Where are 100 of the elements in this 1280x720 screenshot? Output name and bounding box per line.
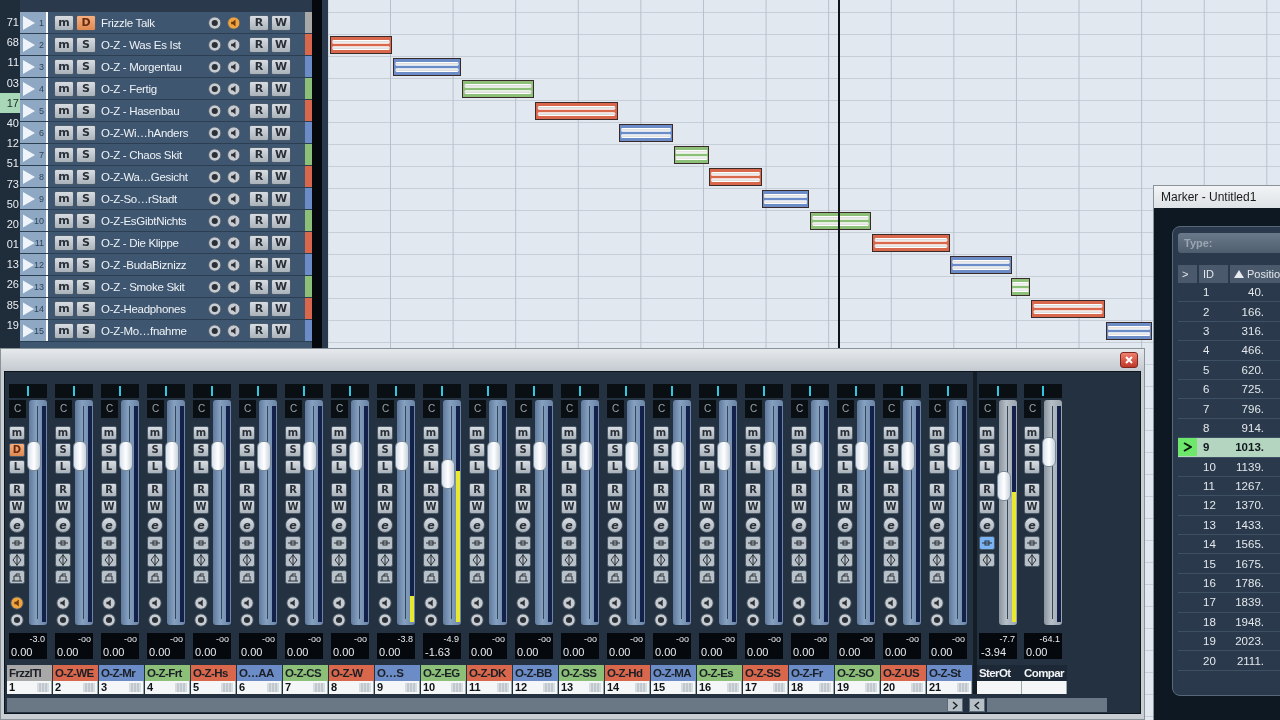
mute-button[interactable]: m	[54, 278, 74, 295]
solo-button[interactable]: S	[1024, 443, 1040, 457]
read-button[interactable]: R	[249, 300, 269, 317]
listen-button[interactable]: L	[515, 460, 531, 474]
fader-handle[interactable]	[487, 441, 501, 472]
write-button[interactable]: W	[699, 500, 715, 514]
marker-row[interactable]: 17 1839.	[1178, 593, 1280, 613]
mute-button[interactable]: m	[285, 426, 301, 440]
edit-button[interactable]: e	[285, 517, 301, 533]
solo-button[interactable]: S	[791, 443, 807, 457]
mute-button[interactable]: m	[54, 124, 74, 141]
listen-button[interactable]: L	[837, 460, 853, 474]
insert-icon[interactable]	[101, 536, 117, 550]
write-button[interactable]: W	[271, 102, 291, 119]
fader-handle[interactable]	[763, 441, 777, 472]
audio-clip[interactable]	[462, 80, 534, 98]
volume-value[interactable]: 0.00	[563, 646, 585, 658]
marker-row[interactable]: 14 1565.	[1178, 535, 1280, 555]
read-button[interactable]: R	[469, 483, 485, 497]
read-button[interactable]: R	[249, 234, 269, 251]
mute-button[interactable]: m	[423, 426, 439, 440]
channel-name[interactable]: O-Z-CS	[283, 665, 328, 681]
speaker-icon[interactable]	[225, 147, 241, 162]
pan-meter[interactable]	[1024, 384, 1062, 398]
listen-button[interactable]: L	[607, 460, 623, 474]
edit-button[interactable]: e	[607, 517, 623, 533]
insert-icon[interactable]	[929, 536, 945, 550]
listen-button[interactable]: L	[469, 460, 485, 474]
read-button[interactable]: R	[193, 483, 209, 497]
channel-name[interactable]: O-Z-Frt	[145, 665, 190, 681]
record-icon[interactable]	[561, 613, 577, 627]
record-icon[interactable]	[207, 191, 223, 206]
eq-icon[interactable]	[515, 553, 531, 567]
write-button[interactable]: W	[653, 500, 669, 514]
speaker-icon[interactable]	[699, 596, 715, 610]
record-icon[interactable]	[193, 613, 209, 627]
insert-icon[interactable]	[377, 536, 393, 550]
scrollbar[interactable]	[7, 698, 947, 712]
speaker-icon[interactable]	[101, 596, 117, 610]
eq-icon[interactable]	[285, 553, 301, 567]
record-icon[interactable]	[607, 613, 623, 627]
read-button[interactable]: R	[607, 483, 623, 497]
sends-icon[interactable]	[9, 570, 25, 584]
fader-handle[interactable]	[349, 441, 363, 472]
record-icon[interactable]	[101, 613, 117, 627]
channel-name[interactable]: O-Z-DK	[467, 665, 512, 681]
speaker-icon[interactable]	[225, 257, 241, 272]
listen-button[interactable]: L	[9, 460, 25, 474]
read-button[interactable]: R	[883, 483, 899, 497]
solo-button[interactable]: S	[76, 256, 96, 273]
mute-button[interactable]: m	[929, 426, 945, 440]
sends-icon[interactable]	[699, 570, 715, 584]
solo-button[interactable]: S	[76, 124, 96, 141]
audio-clip[interactable]	[762, 190, 809, 208]
read-button[interactable]: R	[249, 212, 269, 229]
channel-name[interactable]: SterOt	[977, 665, 1022, 681]
mute-button[interactable]: m	[54, 80, 74, 97]
sends-icon[interactable]	[423, 570, 439, 584]
marker-row[interactable]: 6 725.	[1178, 379, 1280, 400]
volume-value[interactable]: 0.00	[57, 646, 79, 658]
pan-meter[interactable]	[837, 384, 875, 398]
track-number-cell[interactable]: 1	[20, 12, 48, 33]
insert-icon[interactable]	[193, 536, 209, 550]
sends-icon[interactable]	[55, 570, 71, 584]
fader-track[interactable]	[351, 400, 369, 625]
volume-value[interactable]: 0.00	[471, 646, 493, 658]
track-number-cell[interactable]: 2	[20, 34, 48, 55]
listen-button[interactable]: L	[745, 460, 761, 474]
speaker-icon[interactable]	[285, 596, 301, 610]
solo-button[interactable]: S	[76, 80, 96, 97]
speaker-icon[interactable]	[653, 596, 669, 610]
eq-icon[interactable]	[791, 553, 807, 567]
speaker-icon[interactable]	[9, 596, 25, 610]
track-number-cell[interactable]: 10	[20, 210, 48, 231]
listen-button[interactable]: L	[1024, 460, 1040, 474]
edit-button[interactable]: e	[193, 517, 209, 533]
fader-handle[interactable]	[533, 441, 547, 472]
edit-button[interactable]: e	[377, 517, 393, 533]
mute-button[interactable]: m	[561, 426, 577, 440]
speaker-icon[interactable]	[225, 213, 241, 228]
insert-icon[interactable]	[561, 536, 577, 550]
record-icon[interactable]	[883, 613, 899, 627]
audio-clip[interactable]	[674, 146, 709, 164]
edit-button[interactable]: e	[979, 517, 995, 533]
insert-icon[interactable]	[55, 536, 71, 550]
listen-button[interactable]: L	[653, 460, 669, 474]
volume-value[interactable]: 0.00	[885, 646, 907, 658]
marker-row[interactable]: 9 1013.	[1178, 438, 1280, 458]
eq-icon[interactable]	[9, 553, 25, 567]
eq-icon[interactable]	[377, 553, 393, 567]
mute-button[interactable]: m	[54, 190, 74, 207]
mute-button[interactable]: m	[101, 426, 117, 440]
read-button[interactable]: R	[249, 146, 269, 163]
mute-button[interactable]: m	[699, 426, 715, 440]
volume-value[interactable]: 0.00	[609, 646, 631, 658]
record-icon[interactable]	[207, 169, 223, 184]
audio-clip[interactable]	[535, 102, 618, 120]
fader-track[interactable]	[259, 400, 277, 625]
record-icon[interactable]	[653, 613, 669, 627]
edit-button[interactable]: e	[331, 517, 347, 533]
